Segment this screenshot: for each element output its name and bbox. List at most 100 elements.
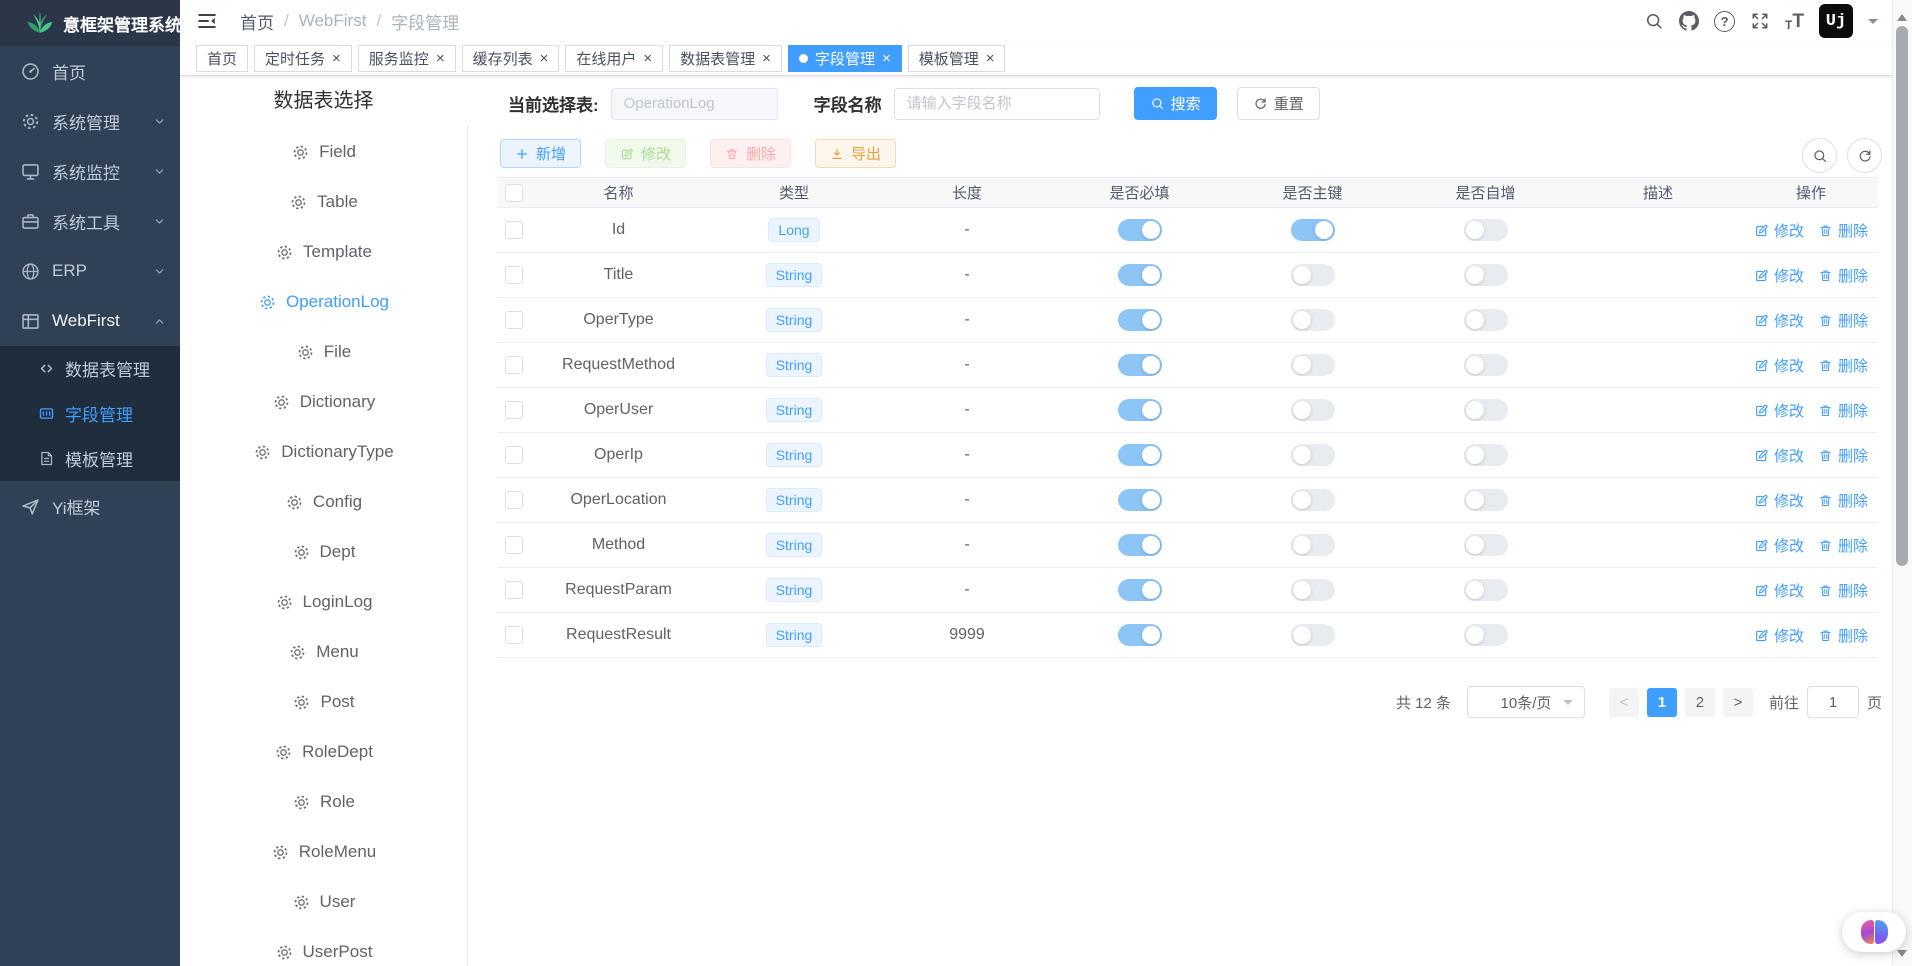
required-switch[interactable]: [1118, 579, 1162, 601]
user-dropdown-caret-icon[interactable]: [1868, 19, 1878, 29]
page-size-select[interactable]: 10条/页: [1467, 686, 1585, 718]
row-delete-link[interactable]: 删除: [1818, 445, 1868, 466]
row-edit-link[interactable]: 修改: [1754, 625, 1804, 646]
row-edit-link[interactable]: 修改: [1754, 220, 1804, 241]
primary-key-switch[interactable]: [1291, 264, 1335, 286]
sidebar-item-home[interactable]: 首页: [0, 46, 180, 96]
auto-increment-switch[interactable]: [1464, 264, 1508, 286]
primary-key-switch[interactable]: [1291, 444, 1335, 466]
required-switch[interactable]: [1118, 219, 1162, 241]
tab-close-icon[interactable]: [436, 51, 445, 66]
select-all-checkbox[interactable]: [505, 184, 523, 202]
primary-key-switch[interactable]: [1291, 219, 1335, 241]
row-checkbox[interactable]: [505, 536, 523, 554]
primary-key-switch[interactable]: [1291, 489, 1335, 511]
search-icon[interactable]: [1644, 11, 1664, 31]
row-delete-link[interactable]: 删除: [1818, 490, 1868, 511]
sidebar-item-erp[interactable]: ERP: [0, 246, 180, 296]
tree-item[interactable]: User: [180, 877, 467, 927]
field-name-input[interactable]: [894, 88, 1100, 120]
row-checkbox[interactable]: [505, 356, 523, 374]
row-delete-link[interactable]: 删除: [1818, 265, 1868, 286]
assistant-fab[interactable]: [1842, 912, 1906, 952]
tree-item[interactable]: LoginLog: [180, 577, 467, 627]
row-checkbox[interactable]: [505, 266, 523, 284]
tree-item[interactable]: Config: [180, 477, 467, 527]
tree-item[interactable]: DictionaryType: [180, 427, 467, 477]
tab[interactable]: 定时任务: [254, 45, 352, 72]
row-delete-link[interactable]: 删除: [1818, 535, 1868, 556]
tab-close-icon[interactable]: [882, 51, 891, 66]
tab-close-icon[interactable]: [540, 51, 549, 66]
row-edit-link[interactable]: 修改: [1754, 535, 1804, 556]
tree-item[interactable]: Menu: [180, 627, 467, 677]
primary-key-switch[interactable]: [1291, 534, 1335, 556]
sidebar-item-table-manage[interactable]: 数据表管理: [0, 346, 180, 391]
font-size-icon[interactable]: [1785, 12, 1804, 31]
row-edit-link[interactable]: 修改: [1754, 355, 1804, 376]
tree-item[interactable]: Post: [180, 677, 467, 727]
auto-increment-switch[interactable]: [1464, 219, 1508, 241]
reset-button[interactable]: 重置: [1237, 87, 1320, 120]
auto-increment-switch[interactable]: [1464, 444, 1508, 466]
tab[interactable]: 模板管理: [908, 45, 1006, 72]
required-switch[interactable]: [1118, 444, 1162, 466]
required-switch[interactable]: [1118, 624, 1162, 646]
tab[interactable]: 服务监控: [358, 45, 456, 72]
row-delete-link[interactable]: 删除: [1818, 355, 1868, 376]
scrollbar-up-arrow-icon[interactable]: [1897, 9, 1907, 21]
row-edit-link[interactable]: 修改: [1754, 580, 1804, 601]
tab[interactable]: 缓存列表: [462, 45, 560, 72]
required-switch[interactable]: [1118, 534, 1162, 556]
tree-item[interactable]: RoleMenu: [180, 827, 467, 877]
next-page-button[interactable]: [1723, 688, 1753, 717]
avatar[interactable]: Uj: [1819, 4, 1853, 38]
tree-item[interactable]: Role: [180, 777, 467, 827]
required-switch[interactable]: [1118, 354, 1162, 376]
tree-item[interactable]: RoleDept: [180, 727, 467, 777]
auto-increment-switch[interactable]: [1464, 624, 1508, 646]
tab[interactable]: 字段管理: [788, 45, 902, 72]
row-delete-link[interactable]: 删除: [1818, 310, 1868, 331]
auto-increment-switch[interactable]: [1464, 354, 1508, 376]
row-delete-link[interactable]: 删除: [1818, 400, 1868, 421]
tree-item[interactable]: Field: [180, 127, 467, 177]
tree-item[interactable]: Dictionary: [180, 377, 467, 427]
row-checkbox[interactable]: [505, 401, 523, 419]
row-delete-link[interactable]: 删除: [1818, 220, 1868, 241]
tab-close-icon[interactable]: [643, 51, 652, 66]
tab-close-icon[interactable]: [986, 51, 995, 66]
row-checkbox[interactable]: [505, 491, 523, 509]
tree-item[interactable]: UserPost: [180, 927, 467, 966]
sidebar-item-system-monitor[interactable]: 系统监控: [0, 146, 180, 196]
scrollbar-down-arrow-icon[interactable]: [1897, 950, 1907, 962]
sidebar-item-template-manage[interactable]: 模板管理: [0, 436, 180, 481]
page-number-button[interactable]: 2: [1685, 688, 1715, 717]
breadcrumb-home[interactable]: 首页: [240, 9, 274, 34]
tab[interactable]: 在线用户: [565, 45, 663, 72]
required-switch[interactable]: [1118, 309, 1162, 331]
add-button[interactable]: 新增: [500, 139, 581, 168]
row-checkbox[interactable]: [505, 446, 523, 464]
hamburger-icon[interactable]: [196, 10, 218, 32]
export-button[interactable]: 导出: [815, 139, 896, 168]
primary-key-switch[interactable]: [1291, 399, 1335, 421]
page-scrollbar[interactable]: [1892, 0, 1912, 966]
tree-item[interactable]: File: [180, 327, 467, 377]
tree-item[interactable]: Template: [180, 227, 467, 277]
auto-increment-switch[interactable]: [1464, 534, 1508, 556]
search-button[interactable]: 搜索: [1134, 87, 1217, 120]
github-icon[interactable]: [1679, 11, 1699, 31]
refresh-table-button[interactable]: [1847, 138, 1882, 173]
row-edit-link[interactable]: 修改: [1754, 490, 1804, 511]
column-search-button[interactable]: [1802, 138, 1837, 173]
page-number-button[interactable]: 1: [1647, 688, 1677, 717]
primary-key-switch[interactable]: [1291, 624, 1335, 646]
primary-key-switch[interactable]: [1291, 579, 1335, 601]
delete-button[interactable]: 删除: [710, 139, 791, 168]
row-edit-link[interactable]: 修改: [1754, 265, 1804, 286]
tree-item[interactable]: Table: [180, 177, 467, 227]
primary-key-switch[interactable]: [1291, 354, 1335, 376]
fullscreen-icon[interactable]: [1750, 11, 1770, 31]
sidebar-item-field-manage[interactable]: 字段管理: [0, 391, 180, 436]
